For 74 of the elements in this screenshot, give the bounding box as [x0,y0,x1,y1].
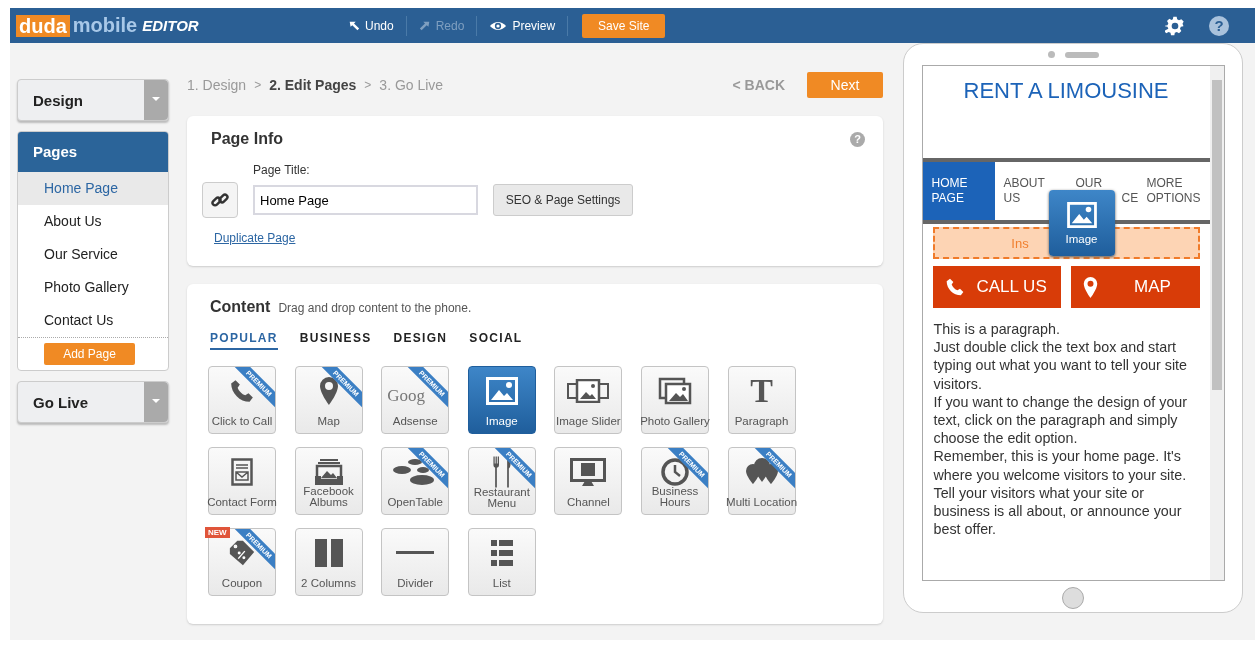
chain-link-icon [210,190,230,210]
text-icon: T [750,376,773,406]
image-icon [485,377,518,405]
two-columns-icon [314,539,343,567]
link-button[interactable] [202,182,238,218]
selected-nav-tab[interactable]: HOME PAGE [922,162,995,220]
step-separator: > [254,78,262,92]
page-item[interactable]: About Us [18,205,168,238]
monitor-icon [570,458,607,486]
camera-dot [1047,51,1055,58]
field-label: Page Title: [253,163,311,177]
category-tab[interactable]: BUSINESS [299,331,372,350]
photo-gallery-icon [657,377,692,405]
pin-icon [1083,276,1098,298]
logo-brand: duda [16,14,70,37]
design-dropdown[interactable]: Design [17,79,169,121]
content-tile[interactable]: T Paragraph [727,366,796,434]
preview-button[interactable]: Preview [477,18,568,33]
content-tile[interactable]: Image Slider [554,366,623,434]
site-nav-label[interactable]: HOME [931,176,968,191]
content-tile[interactable]: Contact Form [208,447,276,515]
content-tile[interactable]: Divider [381,528,450,596]
site-nav-label[interactable]: ABOUT [1003,176,1045,191]
duplicate-page-link[interactable]: Duplicate Page [214,231,296,245]
content-tile[interactable]: Facebook Albums [294,447,363,515]
dragged-image-tile[interactable]: Image [1048,190,1115,256]
list-icon [490,540,513,566]
card-title: Content [210,298,271,316]
site-nav-label[interactable]: OPTIONS [1146,191,1201,206]
image-icon [1066,201,1097,228]
page-item[interactable]: Contact Us [18,304,168,337]
page-item[interactable]: Home Page [18,172,168,205]
undo-arrow-icon [348,19,360,32]
divider-icon [396,551,435,555]
seo-settings-button[interactable]: SEO & Page Settings [493,184,633,216]
image-slider-icon [567,379,610,403]
site-nav-label[interactable]: PAGE [931,191,964,206]
photo-album-icon [313,457,344,486]
step-separator: > [364,78,372,92]
site-nav-label[interactable]: OUR [1075,176,1103,191]
scrollbar[interactable] [1209,66,1224,580]
content-tile[interactable]: 2 Columns [294,528,363,596]
content-hint: Drag and drop content to the phone. [278,301,472,315]
category-tab[interactable]: POPULAR [210,331,278,350]
page-title-input[interactable]: Home Page [253,185,478,215]
site-nav-label[interactable]: MORE [1146,176,1183,191]
redo-arrow-icon [418,19,431,32]
form-icon [231,458,253,486]
phone-icon [944,277,965,297]
logo-tag: EDITOR [142,17,199,34]
settings-icon[interactable] [1165,15,1185,36]
card-title: Page Info [211,130,283,148]
map-button[interactable]: MAP [1071,266,1200,308]
eye-icon [489,19,508,32]
call-us-button[interactable]: CALL US [932,266,1061,308]
logo-product: mobile [72,14,138,37]
go-live-dropdown[interactable]: Go Live [17,381,169,423]
undo-button[interactable]: Undo [336,18,406,33]
new-badge: NEW [205,527,230,538]
help-button[interactable]: ? [1209,15,1229,36]
site-paragraph: This is a paragraph. Just double click the text box and start typing out what you want to tell your site visitors. If you want to change the design of your text, click on the paragraph and simply choose the edit option. Remember, this is your home page. It's where you welcome visitors to your site. Tell your visitors what your site or business is all about, or announce your best offer. [932,320,1189,539]
content-tile[interactable]: Channel [554,447,623,515]
page-item[interactable]: Our Service [18,238,168,271]
category-tab[interactable]: SOCIAL [469,331,523,350]
category-tab[interactable]: DESIGN [393,331,448,350]
pages-header: Pages [18,132,168,172]
content-tile[interactable]: Image [467,366,536,434]
speaker-slot [1064,51,1099,58]
content-tile[interactable]: Photo Gallery [640,366,709,434]
page-item[interactable]: Photo Gallery [18,271,168,304]
site-nav-label[interactable]: US [1003,191,1021,206]
content-tile[interactable]: List [467,528,536,596]
site-nav-label[interactable]: CE [1121,191,1139,206]
step-link[interactable]: 2. Edit Pages [269,77,357,93]
